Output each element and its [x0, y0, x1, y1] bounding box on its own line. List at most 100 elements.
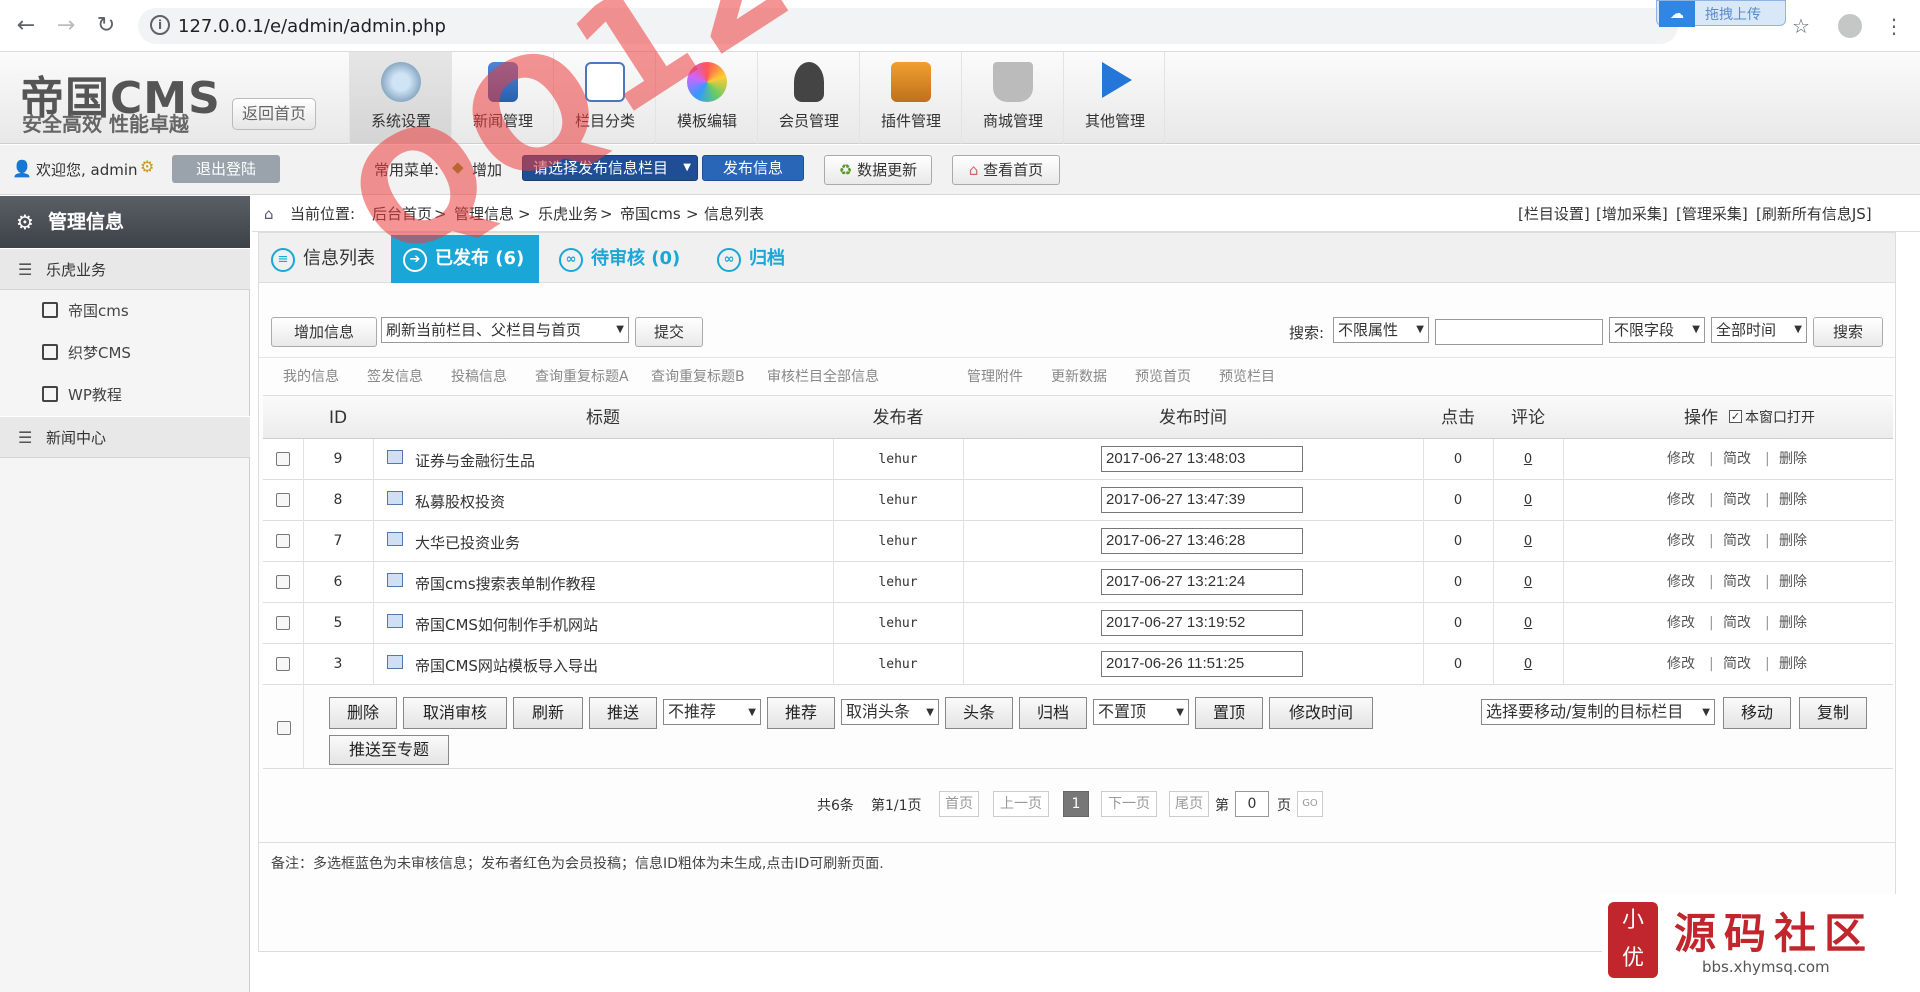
attribute-select[interactable]: 不限属性: [1333, 317, 1429, 343]
add-link[interactable]: 增加: [472, 159, 502, 180]
address-bar[interactable]: i 127.0.0.1/e/admin/admin.php: [138, 8, 1678, 44]
row-quick-edit-link[interactable]: 简改: [1723, 603, 1751, 644]
current-page[interactable]: 1: [1063, 791, 1089, 817]
row-comments-link[interactable]: 0: [1493, 562, 1563, 603]
row-quick-edit-link[interactable]: 简改: [1723, 521, 1751, 562]
sublink-contrib[interactable]: 投稿信息: [451, 358, 507, 396]
menu-dots-icon[interactable]: ⋮: [1878, 10, 1910, 42]
tab-published[interactable]: ➔ 已发布 (6): [391, 235, 539, 283]
row-comments-link[interactable]: 0: [1493, 439, 1563, 480]
time-select[interactable]: 全部时间: [1711, 317, 1807, 343]
publish-button[interactable]: 发布信息: [702, 155, 804, 181]
add-info-button[interactable]: 增加信息: [271, 317, 377, 347]
bulk-edit-time-button[interactable]: 修改时间: [1269, 697, 1373, 729]
row-title-link[interactable]: 大华已投资业务: [415, 523, 520, 564]
star-icon[interactable]: ☆: [1785, 10, 1817, 42]
nav-system-settings[interactable]: 系统设置: [349, 52, 451, 144]
push-topic-button[interactable]: 推送至专题: [329, 735, 449, 765]
row-time-input[interactable]: 2017-06-27 13:21:24: [1101, 569, 1303, 595]
back-arrow-icon[interactable]: ←: [10, 10, 42, 42]
top-select[interactable]: 不置顶: [1093, 699, 1189, 725]
row-id[interactable]: 8: [303, 480, 373, 521]
recommend-select[interactable]: 不推荐: [663, 699, 761, 725]
row-id[interactable]: 6: [303, 562, 373, 603]
copy-button[interactable]: 复制: [1799, 697, 1867, 729]
nav-shop[interactable]: 商城管理: [961, 52, 1063, 144]
sidebar-group-lehu[interactable]: ☰ 乐虎业务: [0, 248, 250, 290]
sublink-update[interactable]: 更新数据: [1051, 358, 1107, 396]
info-icon[interactable]: i: [150, 15, 170, 35]
link-refresh-js[interactable]: [刷新所有信息JS]: [1756, 196, 1872, 232]
row-edit-link[interactable]: 修改: [1667, 439, 1695, 480]
bulk-headline-button[interactable]: 头条: [945, 697, 1013, 729]
row-edit-link[interactable]: 修改: [1667, 562, 1695, 603]
row-comments-link[interactable]: 0: [1493, 521, 1563, 562]
update-data-button[interactable]: ♻ 数据更新: [824, 155, 932, 185]
row-checkbox[interactable]: [276, 452, 290, 466]
bulk-push-button[interactable]: 推送: [589, 697, 657, 729]
first-page-button[interactable]: 首页: [939, 791, 979, 817]
goto-page-input[interactable]: 0: [1235, 791, 1269, 817]
breadcrumb-link[interactable]: 后台首页: [372, 196, 432, 232]
row-edit-link[interactable]: 修改: [1667, 644, 1695, 685]
row-title-link[interactable]: 帝国CMS网站模板导入导出: [415, 646, 598, 687]
tab-archive[interactable]: ∞ 归档: [705, 235, 805, 283]
row-time-input[interactable]: 2017-06-27 13:19:52: [1101, 610, 1303, 636]
headline-select[interactable]: 取消头条: [841, 699, 939, 725]
tab-pending[interactable]: ∞ 待审核 (0): [547, 235, 697, 283]
row-edit-link[interactable]: 修改: [1667, 603, 1695, 644]
sublink-preview-home[interactable]: 预览首页: [1135, 358, 1191, 396]
bulk-cancel-review-button[interactable]: 取消审核: [403, 697, 507, 729]
sidebar-item-wp[interactable]: WP教程: [0, 374, 250, 416]
sublink-signed[interactable]: 签发信息: [367, 358, 423, 396]
row-id[interactable]: 7: [303, 521, 373, 562]
select-all-checkbox[interactable]: [277, 721, 291, 735]
row-checkbox[interactable]: [276, 575, 290, 589]
row-delete-link[interactable]: 删除: [1779, 644, 1807, 685]
row-delete-link[interactable]: 删除: [1779, 603, 1807, 644]
nav-other[interactable]: 其他管理: [1063, 52, 1165, 144]
row-title-link[interactable]: 帝国cms搜索表单制作教程: [415, 564, 596, 605]
row-time-input[interactable]: 2017-06-26 11:51:25: [1101, 651, 1303, 677]
row-delete-link[interactable]: 删除: [1779, 521, 1807, 562]
link-column-settings[interactable]: [栏目设置]: [1518, 196, 1590, 232]
new-window-checkbox[interactable]: ✓: [1729, 410, 1742, 423]
column-select[interactable]: 请选择发布信息栏目 ▼: [522, 155, 698, 181]
row-title-link[interactable]: 私募股权投资: [415, 482, 505, 523]
upload-extension[interactable]: ☁ 拖拽上传: [1656, 0, 1786, 27]
row-time-input[interactable]: 2017-06-27 13:46:28: [1101, 528, 1303, 554]
breadcrumb-link[interactable]: 乐虎业务: [538, 196, 598, 232]
move-button[interactable]: 移动: [1723, 697, 1791, 729]
link-add-collect[interactable]: [增加采集]: [1596, 196, 1668, 232]
row-delete-link[interactable]: 删除: [1779, 439, 1807, 480]
reload-icon[interactable]: ↻: [90, 10, 122, 42]
row-quick-edit-link[interactable]: 简改: [1723, 480, 1751, 521]
nav-members[interactable]: 会员管理: [757, 52, 859, 144]
row-edit-link[interactable]: 修改: [1667, 480, 1695, 521]
forward-arrow-icon[interactable]: →: [50, 10, 82, 42]
search-button[interactable]: 搜索: [1813, 317, 1883, 347]
nav-news[interactable]: 新闻管理: [451, 52, 553, 144]
go-button[interactable]: GO: [1297, 791, 1323, 817]
breadcrumb-link[interactable]: 帝国cms: [620, 196, 681, 232]
row-title-link[interactable]: 证券与金融衍生品: [415, 441, 535, 482]
nav-plugins[interactable]: 插件管理: [859, 52, 961, 144]
sublink-review-all[interactable]: 审核栏目全部信息: [767, 358, 879, 396]
bulk-recommend-button[interactable]: 推荐: [767, 697, 835, 729]
row-id[interactable]: 3: [303, 644, 373, 685]
field-select[interactable]: 不限字段: [1609, 317, 1705, 343]
profile-avatar[interactable]: [1838, 14, 1862, 38]
row-delete-link[interactable]: 删除: [1779, 480, 1807, 521]
sidebar-group-news[interactable]: ☰ 新闻中心: [0, 416, 250, 458]
row-checkbox[interactable]: [276, 657, 290, 671]
link-manage-collect[interactable]: [管理采集]: [1676, 196, 1748, 232]
sublink-dup-b[interactable]: 查询重复标题B: [651, 358, 745, 396]
row-checkbox[interactable]: [276, 493, 290, 507]
row-quick-edit-link[interactable]: 简改: [1723, 562, 1751, 603]
sidebar-item-empirecms[interactable]: 帝国cms: [0, 290, 250, 332]
row-time-input[interactable]: 2017-06-27 13:47:39: [1101, 487, 1303, 513]
target-column-select[interactable]: 选择要移动/复制的目标栏目: [1481, 699, 1715, 725]
row-delete-link[interactable]: 删除: [1779, 562, 1807, 603]
bulk-refresh-button[interactable]: 刷新: [513, 697, 583, 729]
sublink-preview-column[interactable]: 预览栏目: [1219, 358, 1275, 396]
